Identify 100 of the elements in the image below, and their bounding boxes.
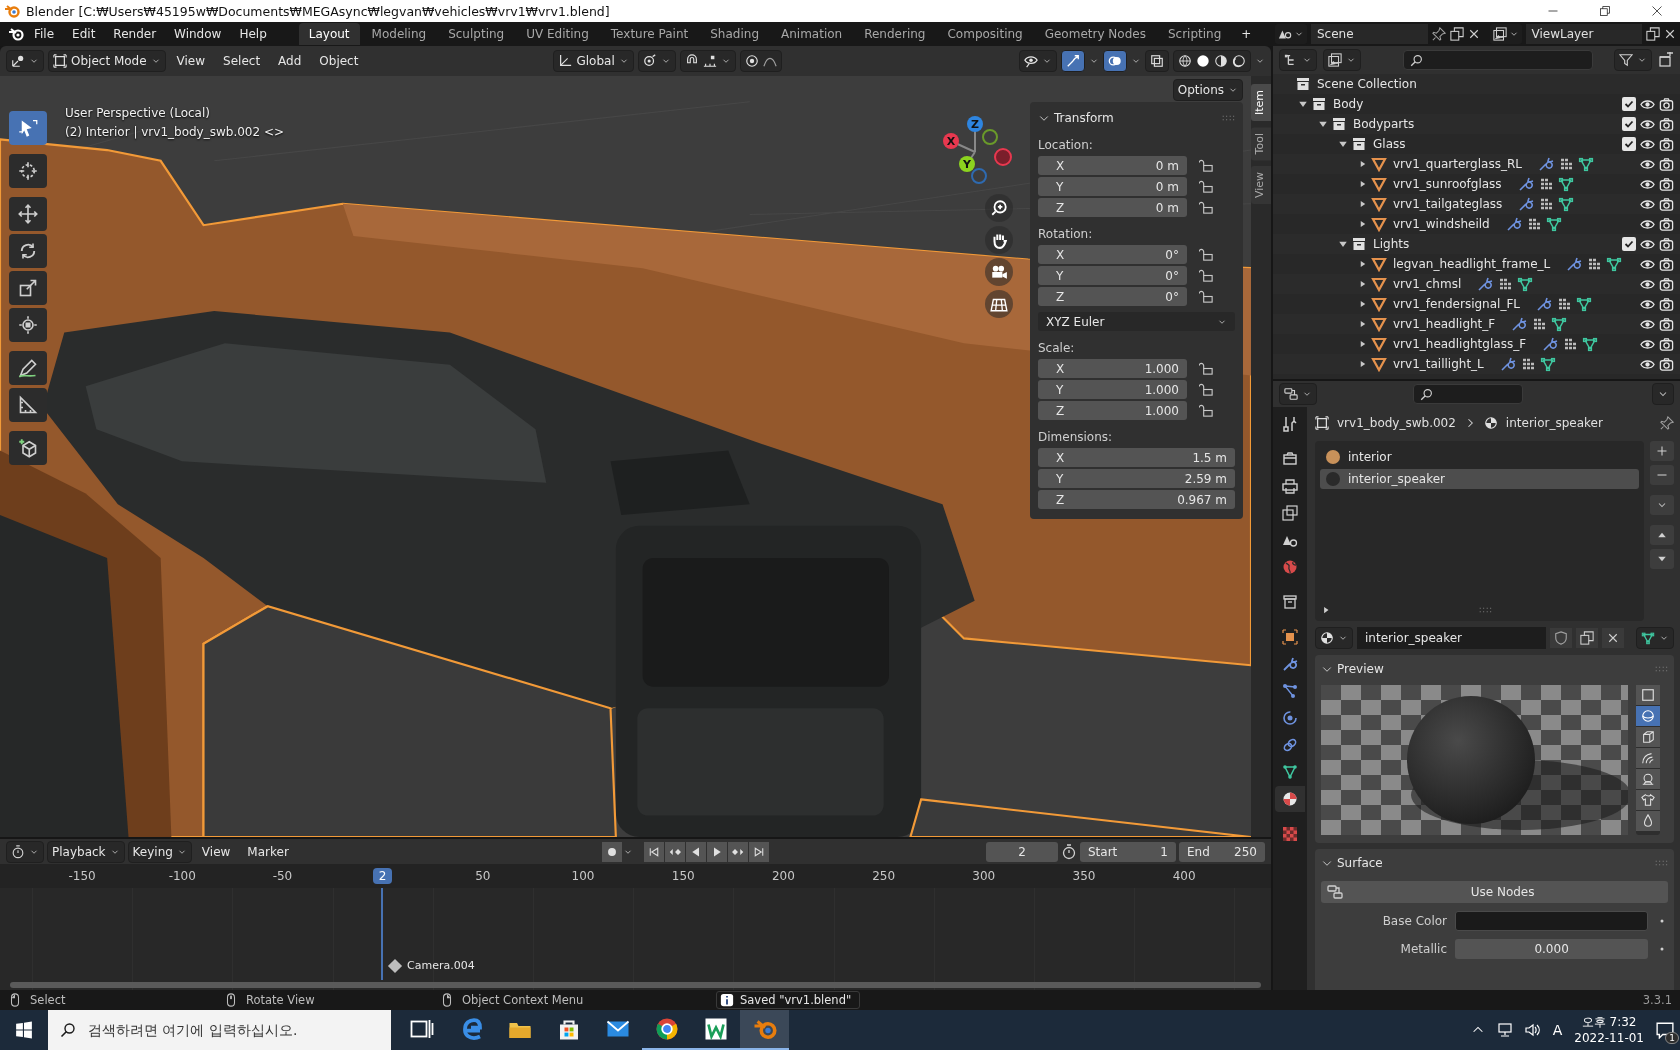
current-frame-field[interactable]: 2 bbox=[986, 841, 1058, 862]
frame-tick-label: 400 bbox=[1171, 869, 1197, 883]
workspace-tab[interactable]: Shading bbox=[700, 23, 769, 45]
outliner-item[interactable]: Scene Collection bbox=[1317, 77, 1417, 91]
outliner-item[interactable]: vrv1_headlight_F bbox=[1393, 317, 1496, 331]
menu-item[interactable]: Object bbox=[312, 54, 366, 68]
clock[interactable]: 오후 7:32 2022-11-01 bbox=[1574, 1014, 1644, 1046]
frame-tick-label: -100 bbox=[167, 869, 197, 883]
marker-label: Camera.004 bbox=[407, 959, 475, 972]
report-message[interactable]: Saved "vrv1.blend" bbox=[716, 991, 861, 1009]
outliner-item[interactable]: Body bbox=[1333, 97, 1364, 111]
value-field[interactable]: X 0° bbox=[1038, 245, 1187, 264]
start-frame-field[interactable]: Start 1 bbox=[1080, 841, 1176, 862]
mode-dropdown[interactable]: Object Mode bbox=[48, 50, 166, 72]
rotation-mode-dropdown[interactable]: XYZ Euler bbox=[1038, 312, 1235, 331]
outliner-item[interactable]: legvan_headlight_frame_L bbox=[1393, 257, 1551, 271]
outliner-item[interactable]: Bodyparts bbox=[1353, 117, 1415, 131]
material-slot[interactable]: interior_speaker bbox=[1320, 469, 1640, 489]
viewport-info-text: User Perspective (Local) bbox=[65, 106, 211, 120]
panel-title[interactable]: Transform bbox=[1054, 111, 1114, 125]
workspace-tab[interactable]: Geometry Nodes bbox=[1034, 23, 1156, 45]
input-method-indicator[interactable]: A bbox=[1552, 1022, 1563, 1038]
sidebar-tab[interactable]: Tool bbox=[1251, 127, 1271, 161]
use-nodes-button[interactable]: Use Nodes bbox=[1321, 881, 1669, 903]
frame-tick-label: 100 bbox=[570, 869, 596, 883]
axis-label[interactable]: Z bbox=[967, 116, 983, 132]
outliner-item[interactable]: vrv1_quarterglass_RL bbox=[1393, 157, 1522, 171]
menu-item[interactable]: View bbox=[169, 54, 213, 68]
material-slot[interactable]: interior bbox=[1320, 447, 1640, 467]
property-label: Metallic bbox=[1399, 942, 1447, 956]
menu-item[interactable]: Edit bbox=[64, 24, 104, 44]
menu-item[interactable]: Render bbox=[105, 24, 165, 44]
menu-item[interactable]: File bbox=[26, 24, 63, 44]
group-label: Dimensions: bbox=[1038, 430, 1114, 444]
workspace-tab[interactable]: Scripting bbox=[1157, 23, 1232, 45]
menu-item[interactable]: View bbox=[194, 844, 238, 859]
scene-field[interactable]: Scene bbox=[1311, 24, 1428, 44]
taskbar-search-field[interactable]: 검색하려면 여기에 입력하십시오. bbox=[48, 1010, 391, 1050]
breadcrumb-object: vrv1_body_swb.002 bbox=[1337, 416, 1456, 430]
workspace-tab[interactable]: Rendering bbox=[854, 23, 936, 45]
outliner-item[interactable]: vrv1_tailgateglass bbox=[1393, 197, 1503, 211]
value-field[interactable]: X 1.000 bbox=[1038, 359, 1187, 378]
view-layer-field[interactable]: ViewLayer bbox=[1525, 24, 1642, 44]
material-name-field[interactable]: interior_speaker bbox=[1357, 627, 1547, 649]
frame-tick-label: 50 bbox=[474, 869, 492, 883]
value-field[interactable]: Y 1.000 bbox=[1038, 380, 1187, 399]
status-hint: Select bbox=[30, 993, 66, 1007]
workspace-tab[interactable]: Sculpting bbox=[438, 23, 515, 45]
sidebar-tab[interactable]: Item bbox=[1251, 84, 1271, 122]
outliner-item[interactable]: Glass bbox=[1373, 137, 1406, 151]
value-field[interactable]: Z 0.967 m bbox=[1038, 490, 1235, 509]
value-field[interactable]: Z 0 m bbox=[1038, 198, 1187, 217]
frame-tick-label: 250 bbox=[871, 869, 897, 883]
value-field[interactable]: Z 0° bbox=[1038, 287, 1187, 306]
workspace-tab[interactable]: Texture Paint bbox=[600, 23, 699, 45]
breadcrumb-material: interior_speaker bbox=[1505, 416, 1603, 430]
value-field[interactable]: Y 0° bbox=[1038, 266, 1187, 285]
outliner-item[interactable]: vrv1_fendersignal_FL bbox=[1393, 297, 1520, 311]
workspace-tab[interactable]: UV Editing bbox=[516, 23, 599, 45]
value-field[interactable]: Y 2.59 m bbox=[1038, 469, 1235, 488]
menu-item[interactable]: Help bbox=[231, 24, 275, 44]
workspace-tab[interactable]: Modeling bbox=[361, 23, 437, 45]
axis-gizmo[interactable]: Z X Y bbox=[935, 112, 1015, 192]
status-hint: Rotate View bbox=[246, 993, 315, 1007]
menu-dropdown[interactable]: Keying bbox=[127, 840, 192, 863]
status-hint: Object Context Menu bbox=[462, 993, 584, 1007]
workspace-tab[interactable]: Animation bbox=[771, 23, 853, 45]
panel-title[interactable]: Preview bbox=[1337, 662, 1384, 676]
frame-tick-label: -50 bbox=[271, 869, 294, 883]
menu-item[interactable]: Window bbox=[166, 24, 230, 44]
value-field[interactable]: X 1.5 m bbox=[1038, 448, 1235, 467]
menu-item[interactable]: Marker bbox=[240, 844, 296, 859]
outliner-item[interactable]: vrv1_windsheild bbox=[1393, 217, 1490, 231]
playhead-frame-badge[interactable]: 2 bbox=[372, 868, 393, 884]
frame-tick-label: 150 bbox=[670, 869, 696, 883]
options-dropdown[interactable]: Options bbox=[1172, 79, 1243, 101]
menu-item[interactable]: Select bbox=[216, 54, 268, 68]
value-field[interactable]: Z 1.000 bbox=[1038, 401, 1187, 420]
version-label: 3.3.1 bbox=[1642, 993, 1672, 1007]
end-frame-field[interactable]: End 250 bbox=[1179, 841, 1265, 862]
orientation-dropdown[interactable]: Global bbox=[553, 50, 634, 72]
workspace-tab[interactable]: Layout bbox=[298, 23, 360, 45]
frame-tick-label: -150 bbox=[67, 869, 97, 883]
add-workspace-button[interactable]: + bbox=[1233, 24, 1260, 44]
menu-item[interactable]: Add bbox=[271, 54, 309, 68]
value-field[interactable]: Y 0 m bbox=[1038, 177, 1187, 196]
workspace-tab[interactable]: Compositing bbox=[937, 23, 1033, 45]
menu-dropdown[interactable]: Playback bbox=[47, 840, 125, 863]
outliner-item[interactable]: vrv1_sunroofglass bbox=[1393, 177, 1502, 191]
outliner-item[interactable]: Lights bbox=[1373, 237, 1410, 251]
value-field[interactable]: 0.000 bbox=[1455, 939, 1649, 959]
property-label: Base Color bbox=[1381, 914, 1447, 928]
outliner-item[interactable]: vrv1_taillight_L bbox=[1393, 357, 1484, 371]
value-field[interactable]: X 0 m bbox=[1038, 156, 1187, 175]
outliner-item[interactable]: vrv1_chmsl bbox=[1393, 277, 1462, 291]
panel-title[interactable]: Surface bbox=[1337, 856, 1383, 870]
outliner-item[interactable]: vrv1_headlightglass_F bbox=[1393, 337, 1527, 351]
axis-label[interactable]: X bbox=[943, 133, 959, 149]
sidebar-tab[interactable]: View bbox=[1251, 166, 1271, 205]
axis-label[interactable]: Y bbox=[959, 156, 975, 172]
